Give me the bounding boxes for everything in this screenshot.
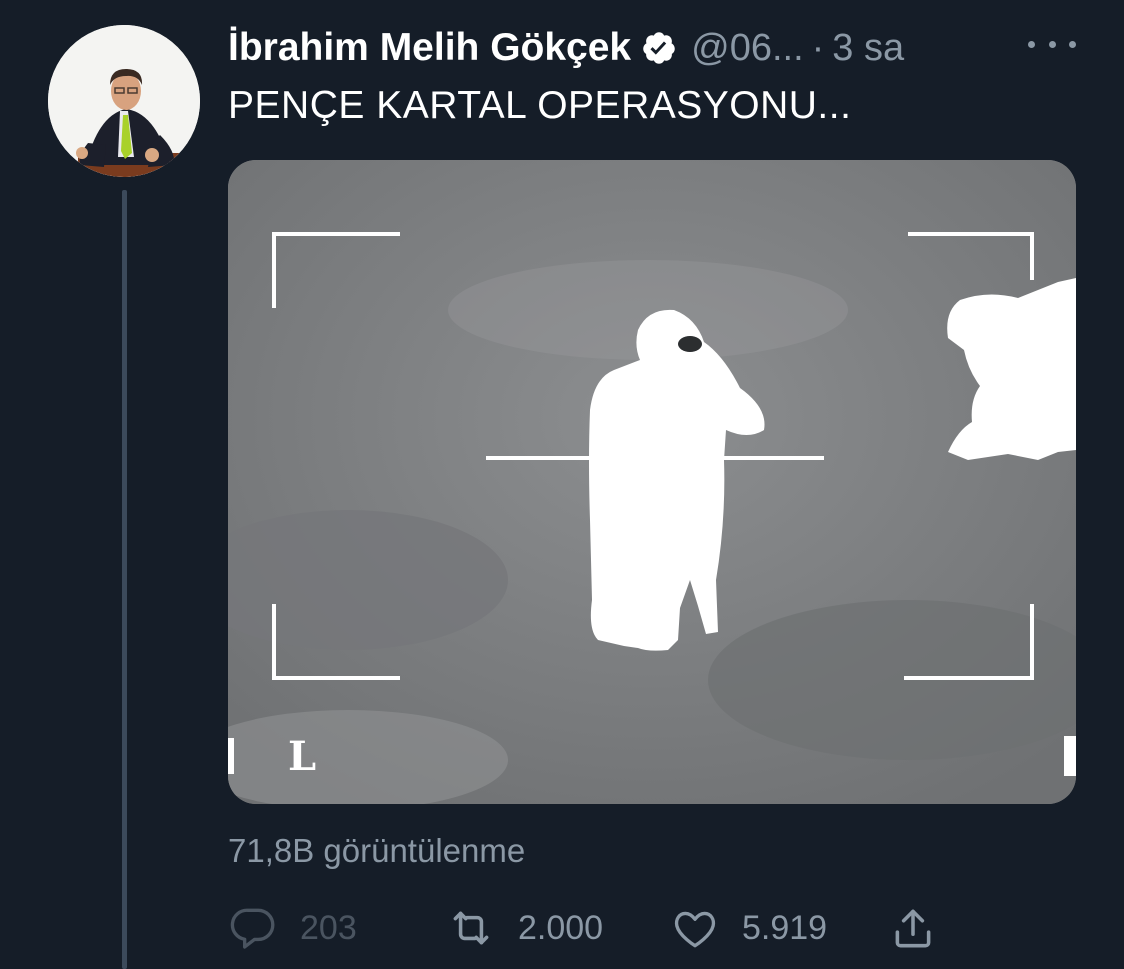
verified-badge-icon xyxy=(641,30,677,66)
tweet-header: İbrahim Melih Gökçek @06... · 3 sa xyxy=(228,20,904,76)
thread-line xyxy=(122,190,127,969)
more-icon[interactable] xyxy=(1028,30,1076,58)
timestamp[interactable]: 3 sa xyxy=(832,27,904,70)
reply-button[interactable]: 203 xyxy=(228,900,357,956)
avatar[interactable] xyxy=(48,25,200,177)
retweet-button[interactable]: 2.000 xyxy=(446,900,603,956)
author-handle[interactable]: @06... xyxy=(691,27,804,70)
separator-dot: · xyxy=(811,26,825,69)
like-icon xyxy=(670,903,720,953)
share-icon xyxy=(888,903,938,953)
video-frame: L xyxy=(228,160,1076,804)
action-bar: 203 2.000 5.919 xyxy=(0,900,1124,956)
like-button[interactable]: 5.919 xyxy=(670,900,827,956)
view-count: 71,8B görüntülenme xyxy=(228,832,526,869)
tweet-text: PENÇE KARTAL OPERASYONU... xyxy=(228,84,852,127)
like-count: 5.919 xyxy=(742,908,828,947)
media-video[interactable]: L xyxy=(228,160,1076,804)
retweet-count: 2.000 xyxy=(518,908,604,947)
retweet-icon xyxy=(446,903,496,953)
author-name[interactable]: İbrahim Melih Gökçek xyxy=(228,26,631,70)
tweet: İbrahim Melih Gökçek @06... · 3 sa PENÇE… xyxy=(0,0,1124,969)
reply-count: 203 xyxy=(300,908,357,947)
avatar-image xyxy=(48,25,200,177)
overlay-left-label: L xyxy=(288,733,316,780)
share-button[interactable] xyxy=(888,900,938,956)
reply-icon xyxy=(228,903,278,953)
